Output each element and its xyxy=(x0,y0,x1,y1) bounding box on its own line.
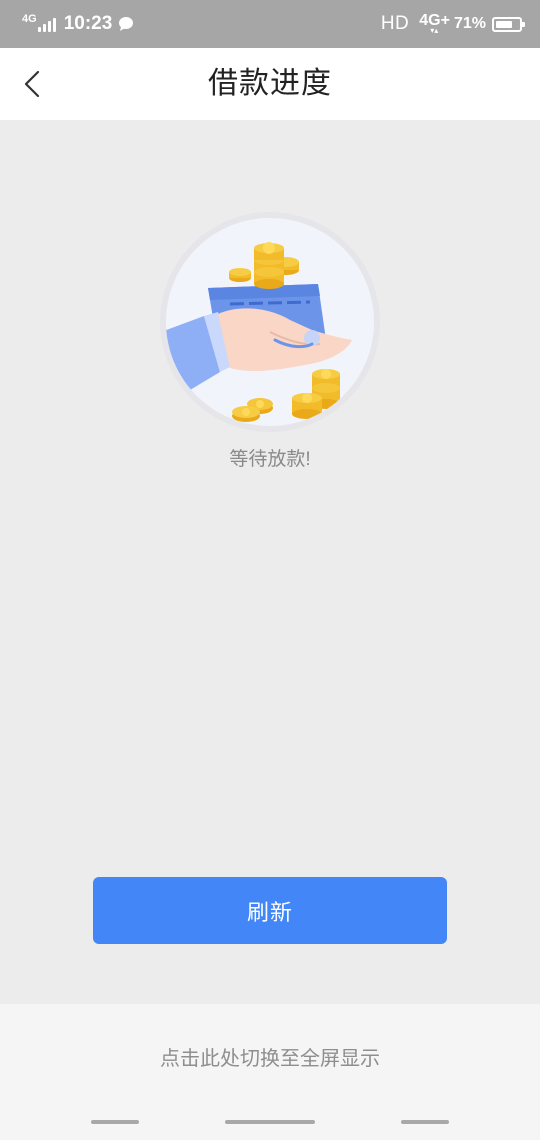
signal-icon xyxy=(37,16,56,32)
refresh-button[interactable]: 刷新 xyxy=(93,877,447,944)
status-bar: 4G 10:23 HD 4G+ ▾▴ 71% xyxy=(0,0,540,48)
status-left: 4G 10:23 xyxy=(22,12,134,36)
loan-status-text: 等待放款! xyxy=(229,449,311,470)
network-type-right: 4G+ ▾▴ xyxy=(419,12,450,35)
battery-percent: 71% xyxy=(453,15,486,32)
nav-handle-right[interactable] xyxy=(401,1120,449,1124)
battery-level xyxy=(496,20,512,28)
data-arrows-icon: ▾▴ xyxy=(430,26,439,35)
app-header: 借款进度 xyxy=(0,48,540,120)
nav-handle-center[interactable] xyxy=(225,1120,315,1124)
chat-bubble-icon xyxy=(119,17,134,31)
hd-indicator: HD xyxy=(380,13,410,34)
loan-illustration xyxy=(160,212,380,432)
hand-card-coins-icon xyxy=(160,212,380,432)
fullscreen-toggle-link[interactable]: 点击此处切换至全屏显示 xyxy=(0,1042,540,1071)
status-right: HD 4G+ ▾▴ 71% xyxy=(380,12,525,36)
network-type-left: 4G xyxy=(22,13,37,25)
status-time: 10:23 xyxy=(63,13,113,34)
battery-icon xyxy=(492,16,525,32)
nav-handle-left[interactable] xyxy=(91,1120,139,1124)
battery-nub xyxy=(522,21,525,27)
bottom-bar: 点击此处切换至全屏显示 xyxy=(0,1004,540,1140)
page-title: 借款进度 xyxy=(208,67,332,100)
